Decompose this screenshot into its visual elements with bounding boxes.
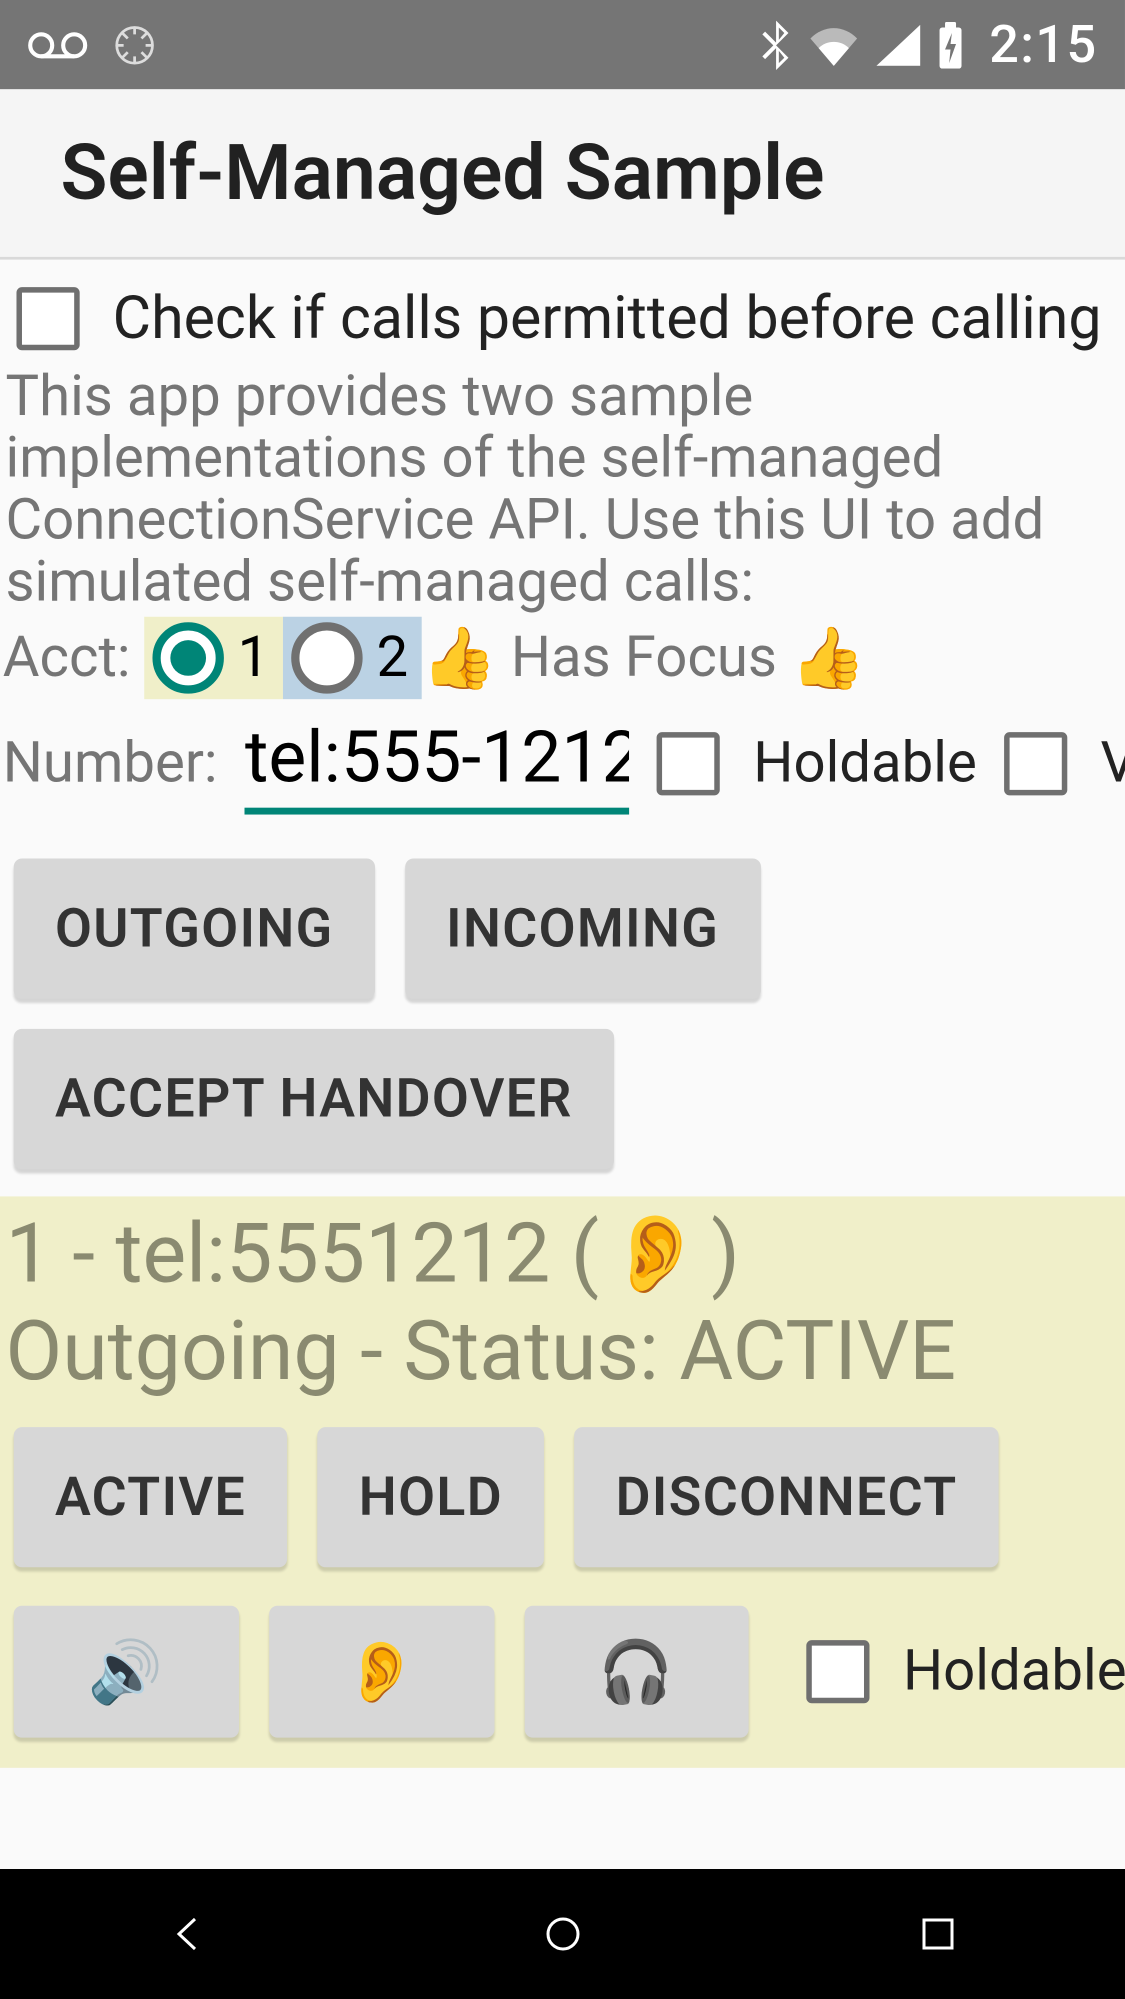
voicemail-icon: [27, 28, 87, 61]
call-holdable-label: Holdable: [903, 1639, 1125, 1705]
acct-radio-2-label: 2: [376, 626, 408, 692]
radio-unselected-icon: [291, 623, 362, 694]
holdable-checkbox[interactable]: [657, 733, 720, 796]
status-time: 2:15: [989, 14, 1097, 74]
acct-row: Acct: 1 2 👍 Has Focus 👍: [0, 617, 1125, 699]
battery-charging-icon: [937, 21, 964, 68]
acct-label: Acct:: [3, 626, 131, 692]
earpiece-button[interactable]: 👂: [269, 1606, 494, 1738]
cell-signal-icon: [877, 24, 921, 65]
call-info-line-2: Outgoing - Status: ACTIVE: [0, 1303, 1125, 1401]
call-holdable-checkbox[interactable]: [807, 1641, 870, 1704]
number-input[interactable]: [245, 713, 630, 815]
active-button[interactable]: ACTIVE: [14, 1428, 288, 1568]
permit-checkbox[interactable]: [16, 287, 79, 350]
call-line1-suffix: ): [711, 1205, 740, 1303]
radio-selected-icon: [152, 623, 223, 694]
outgoing-button[interactable]: OUTGOING: [14, 859, 375, 999]
status-bar: 2:15: [0, 0, 1125, 89]
acct-radio-1[interactable]: 1: [144, 617, 283, 699]
permit-checkbox-label: Check if calls permitted before calling: [113, 284, 1102, 353]
headset-button[interactable]: 🎧: [524, 1606, 749, 1738]
incoming-button[interactable]: INCOMING: [405, 859, 760, 999]
call-info-line-1: 1 - tel:5551212 ( 👂 ): [0, 1205, 1125, 1303]
description-text: This app provides two sample implementat…: [0, 364, 1125, 617]
audio-route-row: 🔊 👂 🎧 Holdable: [0, 1582, 1125, 1744]
holdable-label: Holdable: [753, 731, 977, 797]
video-checkbox[interactable]: [1004, 733, 1067, 796]
accept-handover-button[interactable]: ACCEPT HANDOVER: [14, 1029, 614, 1169]
call-line1-prefix: 1 - tel:5551212 (: [5, 1205, 599, 1303]
nav-bar: [0, 1869, 1125, 1999]
back-button[interactable]: [158, 1904, 218, 1964]
call-button-row: ACTIVE HOLD DISCONNECT: [0, 1400, 1125, 1581]
wifi-icon: [808, 24, 860, 65]
thumbs-up-icon: 👍: [422, 623, 497, 694]
home-button[interactable]: [533, 1904, 593, 1964]
acct-radio-2[interactable]: 2: [283, 617, 422, 699]
disconnect-button[interactable]: DISCONNECT: [574, 1428, 998, 1568]
video-label: Video: [1100, 731, 1125, 797]
permit-checkbox-row[interactable]: Check if calls permitted before calling: [0, 260, 1125, 364]
spinner-icon: [113, 23, 157, 67]
call-card: 1 - tel:5551212 ( 👂 ) Outgoing - Status:…: [0, 1197, 1125, 1768]
number-row: Number: Holdable Video: [0, 700, 1125, 818]
bluetooth-icon: [761, 20, 791, 69]
recents-button[interactable]: [908, 1904, 968, 1964]
thumbs-up-icon: 👍: [791, 623, 866, 694]
acct-radio-1-label: 1: [238, 626, 270, 692]
speaker-button[interactable]: 🔊: [14, 1606, 239, 1738]
action-button-row: OUTGOING INCOMING ACCEPT HANDOVER: [0, 818, 1125, 1197]
number-label: Number:: [3, 731, 218, 797]
ear-icon: 👂: [607, 1209, 703, 1300]
hold-button[interactable]: HOLD: [318, 1428, 545, 1568]
app-title: Self-Managed Sample: [0, 89, 1125, 259]
focus-text: Has Focus: [511, 626, 777, 692]
